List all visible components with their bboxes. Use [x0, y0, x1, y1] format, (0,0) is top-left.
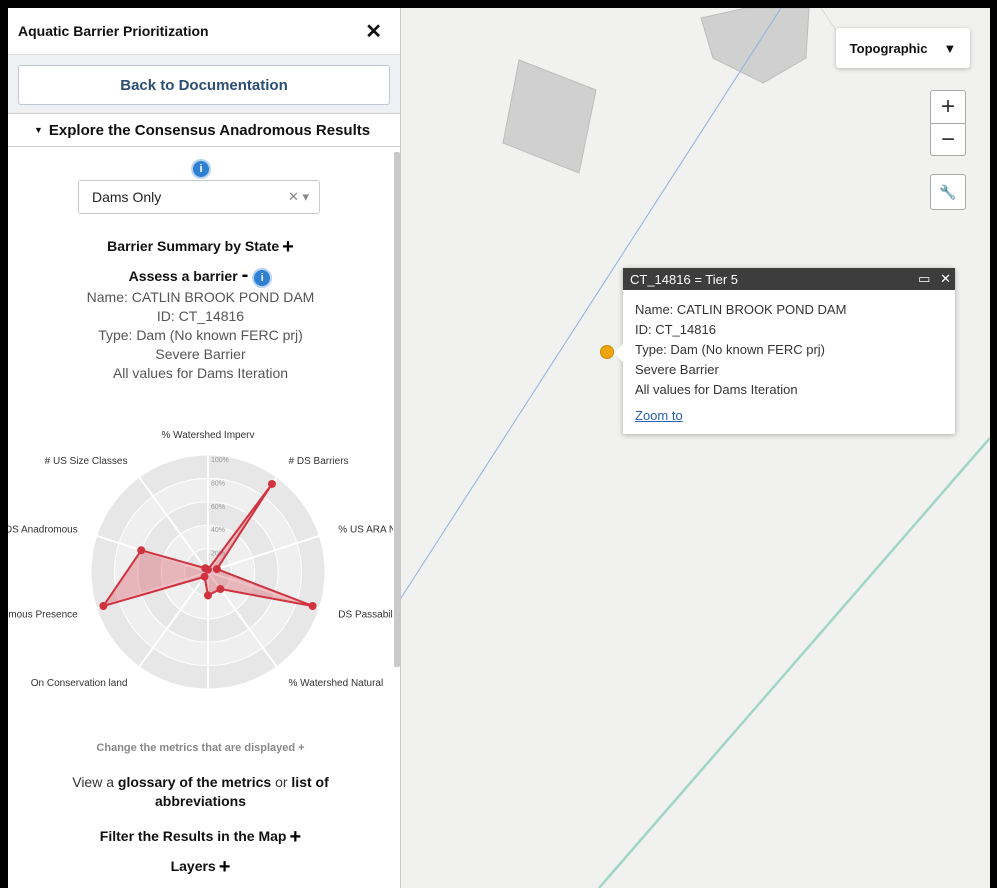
- filter-results-heading: Filter the Results in the Map: [99, 828, 287, 844]
- popup-title: CT_14816 = Tier 5: [630, 271, 739, 287]
- barrier-id: ID: CT_14816: [156, 308, 245, 324]
- radar-axis-label: % Watershed Imperv: [162, 430, 255, 441]
- info-icon[interactable]: i: [191, 159, 211, 179]
- sidebar-title: Aquatic Barrier Prioritization: [18, 23, 209, 39]
- sidebar-scrollbar[interactable]: [394, 152, 400, 667]
- radar-data-point: [204, 591, 212, 600]
- radar-axis-label: On Conservation land: [31, 678, 128, 689]
- glossary-middle: or: [271, 774, 292, 790]
- popup-values: All values for Dams Iteration: [635, 382, 798, 397]
- basemap-label: Topographic: [849, 40, 928, 56]
- minus-icon[interactable]: -: [242, 264, 249, 286]
- radar-tick-label: 60%: [211, 504, 225, 511]
- basemap-features: [401, 8, 990, 888]
- sidebar: Aquatic Barrier Prioritization ✕ Back to…: [8, 8, 401, 888]
- building-shape: [502, 59, 597, 174]
- wrench-icon[interactable]: 🔧: [930, 174, 966, 210]
- popup-body: Name: CATLIN BROOK POND DAM ID: CT_14816…: [623, 290, 955, 436]
- barrier-name: Name: CATLIN BROOK POND DAM: [86, 289, 315, 305]
- select-controls: ✕ ▾: [288, 189, 309, 205]
- back-wrap: Back to Documentation: [8, 55, 400, 114]
- maximize-icon[interactable]: ▭: [918, 271, 930, 286]
- barrier-marker[interactable]: [600, 345, 614, 359]
- radar-data-point: [201, 564, 210, 573]
- explore-section-header[interactable]: ▼ Explore the Consensus Anadromous Resul…: [8, 114, 400, 147]
- glossary-text: View a glossary of the metrics or list o…: [58, 773, 343, 811]
- zoom-in-button[interactable]: +: [931, 91, 965, 124]
- radar-data-point: [267, 479, 276, 488]
- road-line: [598, 437, 990, 888]
- popup-type: Type: Dam (No known FERC prj): [635, 342, 825, 357]
- radar-data-point: [212, 565, 221, 574]
- radar-data-point: [137, 546, 146, 555]
- radar-tick-label: 80%: [211, 480, 225, 487]
- close-icon[interactable]: ✕: [365, 19, 382, 44]
- radar-data-point: [200, 572, 209, 581]
- radar-data-point: [216, 585, 225, 594]
- popup-id: ID: CT_14816: [635, 322, 716, 337]
- radar-chart: 20%40%60%80%100%% Watershed Imperv# DS B…: [8, 430, 393, 690]
- sidebar-header: Aquatic Barrier Prioritization ✕: [8, 8, 400, 55]
- zoom-to-link[interactable]: Zoom to: [635, 408, 683, 423]
- change-metrics-link[interactable]: Change the metrics that are displayed +: [8, 742, 393, 754]
- radar-axis-label: # US Size Classes: [45, 456, 128, 467]
- barrier-summary-row[interactable]: Barrier Summary by State +: [8, 236, 393, 259]
- info-icon[interactable]: i: [252, 268, 273, 288]
- layers-heading: Layers: [170, 858, 216, 874]
- barrier-severity: Severe Barrier: [155, 346, 246, 362]
- popup-pointer: [614, 344, 623, 362]
- popup-name: Name: CATLIN BROOK POND DAM: [635, 302, 847, 317]
- radar-data-point: [308, 601, 317, 610]
- close-icon[interactable]: ✕: [940, 271, 951, 286]
- radar-axis-label: adromous Presence: [8, 609, 78, 620]
- chevron-down-icon[interactable]: ▾: [302, 189, 309, 204]
- filter-results-row[interactable]: Filter the Results in the Map +: [8, 826, 393, 849]
- sidebar-content: i Dams Only ✕ ▾ Barrier Summary by State…: [8, 152, 393, 888]
- popup-controls: ▭ ✕: [918, 271, 951, 287]
- radar-axis-label: % US ARA Natur: [338, 525, 393, 536]
- radar-axis-label: % Watershed Natural: [289, 678, 384, 689]
- basemap-selector[interactable]: Topographic ▼: [836, 28, 970, 68]
- iteration-select[interactable]: Dams Only ✕ ▾: [78, 180, 320, 214]
- radar-tick-label: 100%: [211, 457, 229, 464]
- app-frame: Aquatic Barrier Prioritization ✕ Back to…: [8, 8, 990, 888]
- caret-down-icon: ▼: [943, 40, 957, 56]
- building-shape: [700, 8, 810, 84]
- feature-popup: CT_14816 = Tier 5 ▭ ✕ Name: CATLIN BROOK…: [614, 268, 955, 436]
- zoom-out-button[interactable]: −: [931, 124, 965, 156]
- assess-barrier-heading: Assess a barrier: [128, 268, 238, 284]
- layers-row[interactable]: Layers +: [8, 856, 393, 879]
- plus-icon[interactable]: +: [219, 856, 231, 878]
- barrier-values-note: All values for Dams Iteration: [112, 365, 289, 381]
- clear-icon[interactable]: ✕: [288, 189, 299, 204]
- zoom-control: + −: [930, 90, 966, 156]
- radar-axis-label: DS Passability Pro: [338, 609, 393, 620]
- glossary-prefix: View a: [72, 774, 118, 790]
- explore-title: Explore the Consensus Anadromous Results: [48, 121, 371, 139]
- radar-tick-label: 40%: [211, 527, 225, 534]
- popup-header: CT_14816 = Tier 5 ▭ ✕: [623, 268, 955, 290]
- popup-severity: Severe Barrier: [635, 362, 719, 377]
- plus-icon[interactable]: +: [282, 236, 294, 258]
- assess-barrier-row: Assess a barrier - i: [8, 264, 393, 288]
- plus-icon[interactable]: +: [290, 826, 302, 848]
- select-value: Dams Only: [92, 189, 162, 205]
- radar-axis-label: # DS Barriers: [289, 456, 349, 467]
- barrier-summary-heading: Barrier Summary by State: [107, 238, 280, 254]
- glossary-link[interactable]: glossary of the metrics: [118, 774, 271, 790]
- barrier-type: Type: Dam (No known FERC prj): [98, 327, 303, 343]
- radar-data-point: [99, 601, 108, 610]
- radar-axis-label: DS Anadromous: [8, 525, 78, 536]
- back-to-documentation-button[interactable]: Back to Documentation: [18, 65, 390, 105]
- map-view[interactable]: Topographic ▼ + − 🔧 CT_14816 = Tier 5 ▭ …: [401, 8, 990, 888]
- barrier-details: Name: CATLIN BROOK POND DAM ID: CT_14816…: [8, 288, 393, 383]
- caret-down-icon: ▼: [34, 125, 43, 135]
